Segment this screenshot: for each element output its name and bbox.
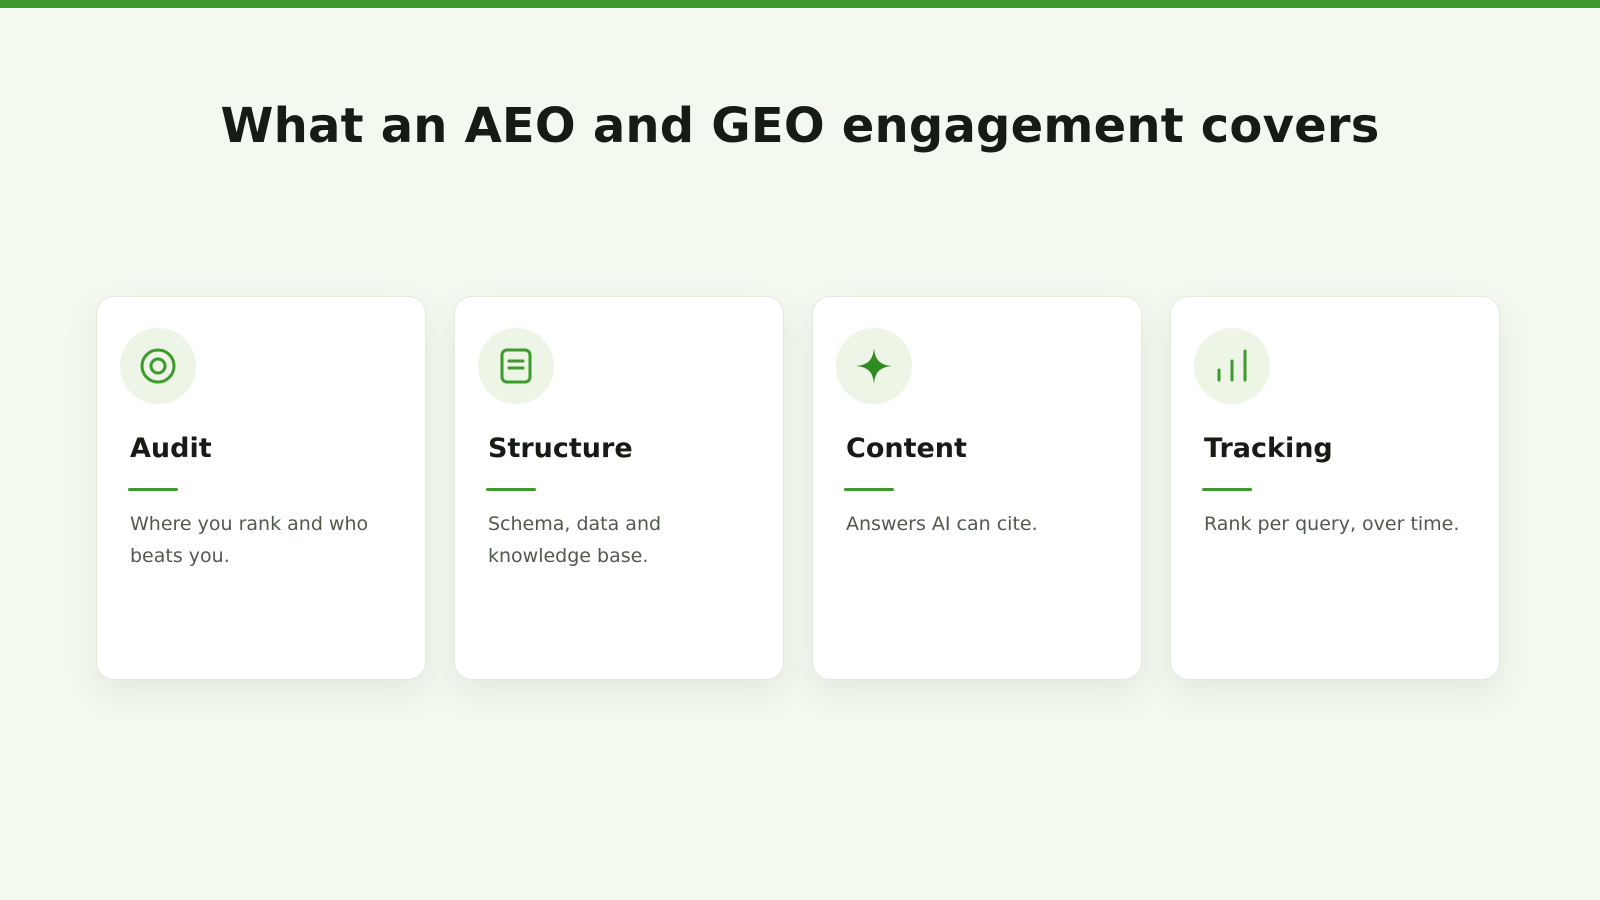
page-title: What an AEO and GEO engagement covers xyxy=(220,98,1380,154)
bar-chart-icon xyxy=(1194,328,1270,404)
card-title: Structure xyxy=(488,433,633,464)
document-icon xyxy=(478,328,554,404)
card-audit: Audit Where you rank and who beats you. xyxy=(96,296,426,680)
feature-cards: Audit Where you rank and who beats you. … xyxy=(96,296,1500,680)
sparkle-icon xyxy=(836,328,912,404)
card-description: Schema, data and knowledge base. xyxy=(488,513,662,567)
card-divider xyxy=(486,488,536,491)
card-content: Content Answers AI can cite. xyxy=(812,296,1142,680)
card-divider xyxy=(128,488,178,491)
top-accent-bar xyxy=(0,0,1600,8)
card-description: Where you rank and who beats you. xyxy=(130,513,369,567)
card-title: Content xyxy=(846,433,967,464)
card-divider xyxy=(844,488,894,491)
card-description: Rank per query, over time. xyxy=(1204,513,1460,535)
card-title: Audit xyxy=(130,433,212,464)
card-tracking: Tracking Rank per query, over time. xyxy=(1170,296,1500,680)
target-icon xyxy=(120,328,196,404)
card-structure: Structure Schema, data and knowledge bas… xyxy=(454,296,784,680)
card-description: Answers AI can cite. xyxy=(846,513,1038,535)
card-divider xyxy=(1202,488,1252,491)
card-title: Tracking xyxy=(1204,433,1333,464)
